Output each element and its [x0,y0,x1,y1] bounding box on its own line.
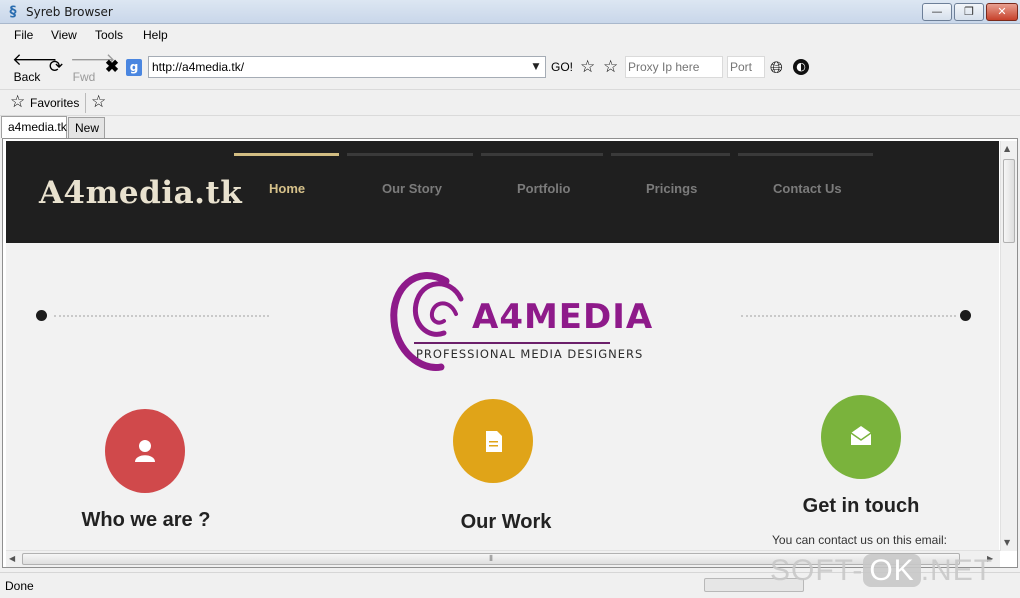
nav-indicator-home [234,153,339,156]
favorites-button[interactable]: Favorites [30,96,79,110]
nav-indicator-portfolio [481,153,603,156]
refresh-icon: ⟳ [48,57,64,76]
vertical-scroll-thumb[interactable] [1003,159,1015,243]
status-text: Done [5,579,34,593]
address-input[interactable] [149,57,519,77]
favorites-bar: ☆ Favorites ☆ [0,91,1020,116]
watermark-ok: OK [863,554,921,587]
nav-portfolio[interactable]: Portfolio [517,181,570,196]
menu-bar: File View Tools Help [0,25,1020,47]
forward-arrow-icon: 🡒 [70,50,116,69]
favorites-divider [85,93,86,113]
menu-file[interactable]: File [14,28,33,42]
back-arrow-icon: 🡐 [12,50,58,69]
favorites-icon: ☆ [10,92,26,112]
port-input[interactable] [728,57,764,77]
brand-name: A4MEDIA [472,297,654,337]
add-favorite-icon[interactable]: ☆ [91,92,106,112]
mail-icon [850,426,872,445]
refresh-button[interactable]: ⟳ [46,57,66,77]
divider-line-right [741,315,956,317]
back-button[interactable]: 🡐 Back [12,50,58,84]
get-in-touch-title: Get in touch [802,495,920,517]
forward-button[interactable]: 🡒 Fwd [70,50,116,84]
nav-contact-us[interactable]: Contact Us [773,181,842,196]
close-button[interactable]: ✕ [986,3,1018,21]
divider-dot-right [960,310,971,321]
watermark-right: .NET [920,554,994,587]
globe-icon[interactable]: 🌐︎ [770,58,783,78]
menu-tools[interactable]: Tools [95,28,123,42]
title-bar: § Syreb Browser — ❐ ✕ [0,0,1020,24]
port-field[interactable] [727,56,765,78]
menu-view[interactable]: View [51,28,77,42]
go-button[interactable]: GO! [551,60,573,74]
favorites-star-icon[interactable]: ☆ [603,57,618,77]
stop-button[interactable]: ✖ [102,57,122,77]
site-logo[interactable]: A4media.tk [39,175,242,211]
brand-tagline: PROFESSIONAL MEDIA DESIGNERS [416,347,644,361]
nav-indicator-contact [738,153,873,156]
world-icon[interactable]: ◐ [793,59,809,75]
app-icon: § [9,4,17,20]
menu-help[interactable]: Help [143,28,168,42]
stop-x-icon: ✖ [104,57,120,76]
watermark-left: SOFT- [770,554,864,587]
proxy-field[interactable] [625,56,723,78]
watermark: SOFT- OK .NET [770,554,993,588]
scroll-down-icon[interactable]: ▼ [1004,538,1010,547]
who-we-are-circle[interactable] [105,409,185,493]
google-search-icon[interactable]: g [126,59,142,76]
brand-swirl-logo [390,272,464,371]
tab-strip: a4media.tk New [0,116,1020,138]
our-work-circle[interactable] [453,399,533,483]
divider-line-left [54,315,269,317]
nav-indicator-story [347,153,473,156]
nav-pricings[interactable]: Pricings [646,181,697,196]
our-work-title: Our Work [460,511,552,533]
get-in-touch-circle[interactable] [821,395,901,479]
toolbar: 🡐 Back ⟳ 🡒 Fwd ✖ g ▼ GO! ☆ ☆ 🌐︎ ◐ [0,48,1020,90]
site-header: A4media.tk Home Our Story Portfolio Pric… [6,141,999,243]
nav-our-story[interactable]: Our Story [382,181,442,196]
scroll-up-icon[interactable]: ▲ [1004,144,1010,153]
tab-a4media[interactable]: a4media.tk [1,116,67,138]
nav-home[interactable]: Home [269,181,305,196]
browser-viewport[interactable]: A4media.tk Home Our Story Portfolio Pric… [2,138,1018,568]
nav-indicator-pricings [611,153,730,156]
forward-label: Fwd [72,70,96,84]
vertical-scrollbar[interactable]: ▲ ▼ [1000,141,1017,551]
address-bar[interactable]: ▼ [148,56,546,78]
divider-dot-left [36,310,47,321]
contact-text: You can contact us on this email: [772,533,947,547]
user-icon [135,440,155,462]
tab-new[interactable]: New [68,117,105,138]
address-dropdown-icon[interactable]: ▼ [529,59,543,75]
scroll-left-icon[interactable]: ◀ [9,554,15,563]
brand-rule [414,342,610,344]
web-page: A4media.tk Home Our Story Portfolio Pric… [6,141,999,551]
maximize-button[interactable]: ❐ [954,3,984,21]
proxy-input[interactable] [626,57,722,77]
bookmark-star-icon[interactable]: ☆ [580,57,595,77]
who-we-are-title: Who we are ? [81,509,211,531]
document-icon [486,431,502,452]
window-title: Syreb Browser [26,5,113,19]
back-label: Back [13,70,41,84]
minimize-button[interactable]: — [922,3,952,21]
